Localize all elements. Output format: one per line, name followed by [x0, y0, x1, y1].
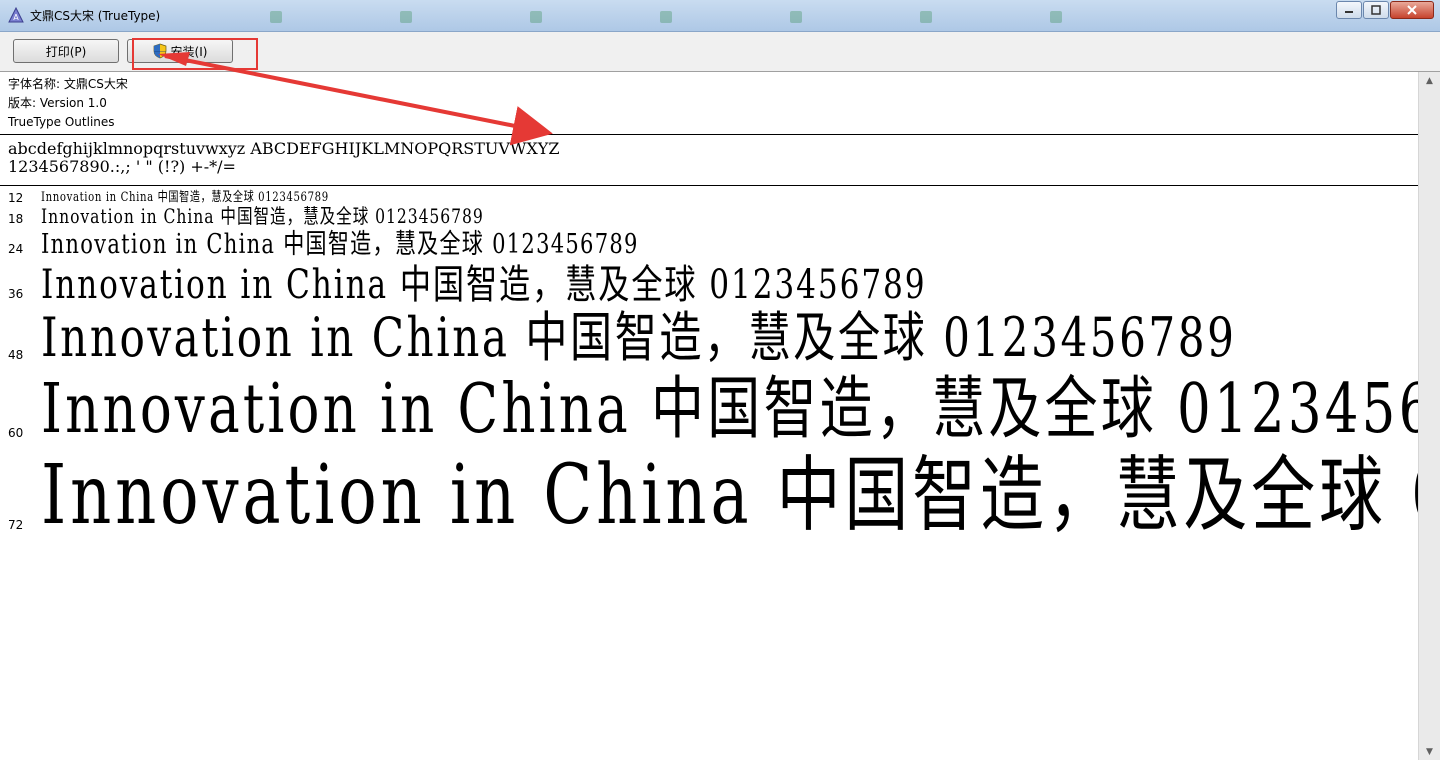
scroll-down-arrow-icon[interactable]: ▼: [1419, 743, 1440, 760]
maximize-button[interactable]: [1363, 1, 1389, 19]
close-button[interactable]: [1390, 1, 1434, 19]
vertical-scrollbar[interactable]: ▲ ▼: [1418, 72, 1440, 760]
ghost-tab: [1050, 9, 1180, 25]
title-bar[interactable]: A 文鼎CS大宋 (TrueType): [0, 0, 1440, 32]
svg-text:A: A: [13, 13, 19, 22]
sample-text: Innovation in China 中国智造，慧及全球 0123456789: [41, 204, 484, 228]
ghost-tab-icon: [790, 11, 802, 23]
font-outline-type: TrueType Outlines: [8, 115, 115, 129]
divider: [0, 185, 1418, 186]
divider: [0, 134, 1418, 135]
print-button[interactable]: 打印(P): [13, 39, 119, 63]
scroll-up-arrow-icon[interactable]: ▲: [1419, 72, 1440, 89]
character-set-preview: abcdefghijklmnopqrstuvwxyz ABCDEFGHIJKLM…: [8, 140, 559, 176]
maximize-icon: [1371, 5, 1381, 15]
font-preview-area: 字体名称: 文鼎CS大宋 版本: Version 1.0 TrueType Ou…: [0, 72, 1418, 760]
sample-size-label: 48: [8, 348, 24, 362]
minimize-button[interactable]: [1336, 1, 1362, 19]
caption-buttons: [1336, 1, 1434, 19]
ghost-tab-icon: [920, 11, 932, 23]
toolbar: 打印(P) 安装(I): [0, 32, 1440, 72]
ghost-tab-icon: [530, 11, 542, 23]
sample-size-label: 18: [8, 212, 24, 226]
sample-size-label: 12: [8, 191, 24, 205]
sample-text: Innovation in China 中国智造，慧及全球 0123456789: [41, 448, 1418, 543]
sample-size-label: 72: [8, 518, 24, 532]
install-button[interactable]: 安装(I): [127, 39, 233, 63]
ghost-tab: [660, 9, 790, 25]
sample-text: Innovation in China 中国智造，慧及全球 0123456789: [41, 306, 1237, 369]
ghost-tab: [790, 9, 920, 25]
sample-text: Innovation in China 中国智造，慧及全球 0123456789: [41, 370, 1418, 449]
sample-text: Innovation in China 中国智造，慧及全球 0123456789: [41, 229, 639, 260]
close-icon: [1407, 5, 1417, 15]
ghost-tab-icon: [1050, 11, 1062, 23]
font-version: 版本: Version 1.0: [8, 96, 107, 110]
background-taskbar-ghost: [270, 9, 1180, 25]
font-viewer-icon: A: [8, 7, 24, 23]
font-info: 字体名称: 文鼎CS大宋 版本: Version 1.0 TrueType Ou…: [8, 75, 128, 132]
ghost-tab: [530, 9, 660, 25]
ghost-tab: [400, 9, 530, 25]
ghost-tab-icon: [270, 11, 282, 23]
window-title: 文鼎CS大宋 (TrueType): [30, 9, 161, 23]
font-name: 字体名称: 文鼎CS大宋: [8, 77, 128, 91]
uac-shield-icon: [153, 43, 166, 59]
charset-letters: abcdefghijklmnopqrstuvwxyz ABCDEFGHIJKLM…: [8, 139, 560, 158]
ghost-tab: [920, 9, 1050, 25]
minimize-icon: [1345, 11, 1353, 13]
sample-size-label: 24: [8, 242, 24, 256]
sample-size-label: 60: [8, 426, 24, 440]
ghost-tab-icon: [400, 11, 412, 23]
ghost-tab: [270, 9, 400, 25]
charset-digits-symbols: 1234567890.:,; ' " (!?) +-*/=: [8, 157, 236, 176]
ghost-tab-icon: [660, 11, 672, 23]
print-button-label: 打印(P): [45, 44, 87, 59]
sample-text: Innovation in China 中国智造，慧及全球 0123456789: [41, 262, 927, 308]
sample-size-label: 36: [8, 287, 24, 301]
install-button-label: 安装(I): [170, 44, 208, 59]
font-viewer-window: A 文鼎CS大宋 (TrueType) 打印(P) 安装(I) 字体名称: 文鼎…: [0, 0, 1440, 760]
